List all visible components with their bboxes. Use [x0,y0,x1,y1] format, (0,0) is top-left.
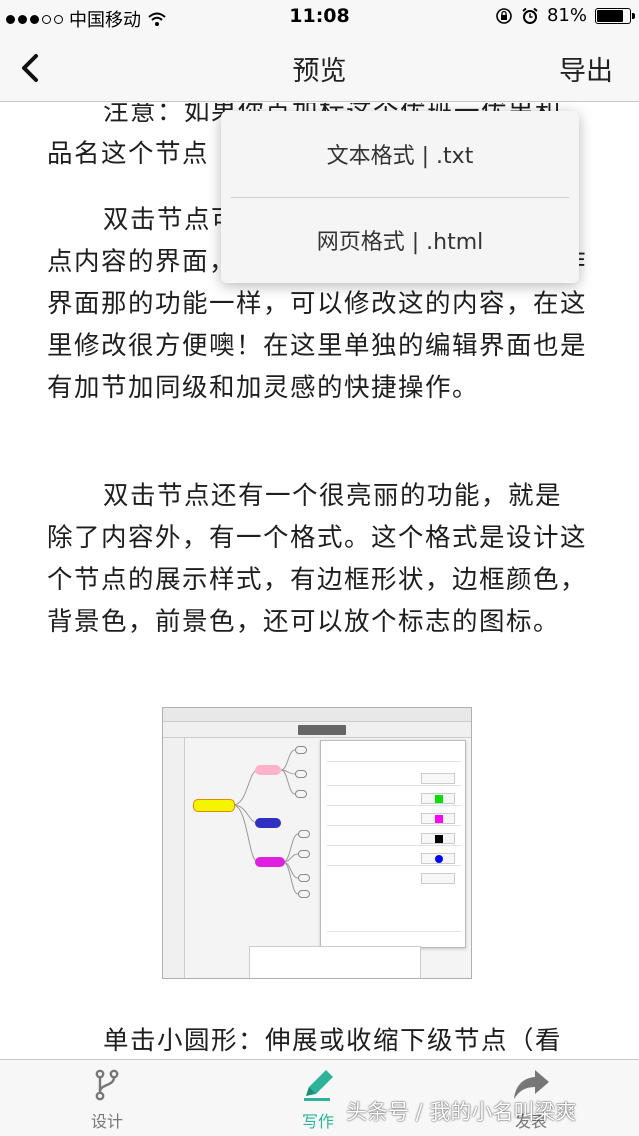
status-right: 81% [495,5,635,26]
branch-icon [95,1069,119,1101]
export-button[interactable]: 导出 [559,49,613,88]
paragraph-4: 单击小圆形：伸展或收缩下级节点（看 [103,1026,563,1056]
battery-percent: 81% [546,5,587,26]
page-title: 预览 [292,56,347,87]
battery-icon [595,7,635,24]
export-format-menu: 文本格式 | .txt 网页格式 | .html [221,111,579,283]
watermark-text: 头条号 / 我的小名叫梁爽 [346,1100,577,1124]
tab-design[interactable]: 设计 [57,1068,157,1132]
pencil-icon [304,1070,333,1101]
battery-fill [597,9,623,22]
rotation-lock-icon [496,7,512,24]
status-bar: 中国移动 11:08 81% [0,0,639,34]
export-html-option[interactable]: 网页格式 | .html [221,197,579,283]
embedded-screenshot-image [162,707,472,979]
navigation-bar: 预览 导出 [0,34,639,102]
paragraph-3: 双击节点还有一个很亮丽的功能，就是除了内容外，有一个格式。这个格式是设计这个节点… [47,481,588,637]
export-txt-option[interactable]: 文本格式 | .txt [221,111,579,197]
alarm-icon [522,7,538,24]
tab-design-label: 设计 [90,1112,123,1131]
